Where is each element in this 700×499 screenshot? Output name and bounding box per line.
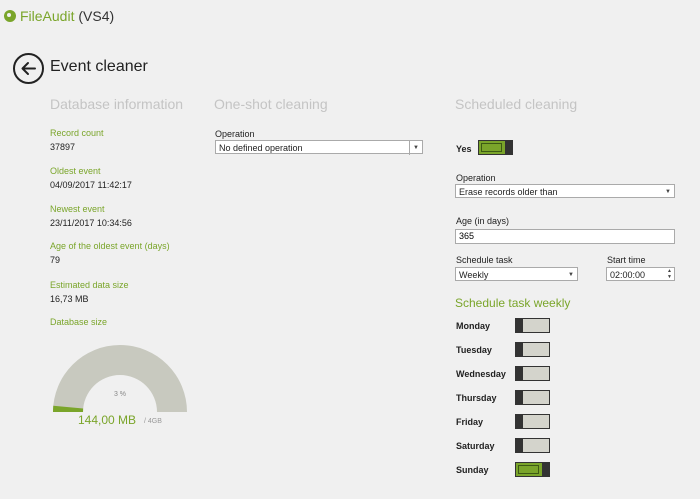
toggle-knob [515, 366, 523, 381]
toggle-knob [515, 318, 523, 333]
page-title: Event cleaner [50, 58, 148, 75]
day-label-sunday: Sunday [456, 465, 489, 475]
one-shot-operation-select[interactable]: No defined operation ▼ [215, 140, 423, 155]
toggle-knob [515, 390, 523, 405]
toggle-knob [515, 342, 523, 357]
fileaudit-logo-icon [4, 10, 16, 22]
start-time-value: 02:00:00 [610, 270, 646, 280]
newest-event-value: 23/11/2017 10:34:56 [50, 218, 132, 228]
age-days-input[interactable] [455, 229, 675, 244]
start-time-label: Start time [607, 255, 646, 265]
day-label-tuesday: Tuesday [456, 345, 492, 355]
chevron-down-icon: ▼ [409, 141, 419, 155]
toggle-knob [542, 462, 550, 477]
scheduled-heading: Scheduled cleaning [455, 96, 578, 112]
toggle-fill [518, 465, 539, 474]
one-shot-operation-label: Operation [215, 129, 255, 139]
schedule-task-select[interactable]: Weekly ▼ [455, 267, 578, 281]
back-button[interactable] [13, 53, 44, 84]
gauge-used-value: 144,00 MB [78, 413, 137, 427]
database-size-gauge: 3 % [53, 345, 187, 412]
newest-event-label: Newest event [50, 204, 105, 214]
app-brand-name: FileAudit [20, 8, 75, 24]
schedule-task-label: Schedule task [456, 255, 513, 265]
scheduled-operation-label: Operation [456, 173, 496, 183]
gauge-empty-arc [53, 345, 187, 412]
toggle-fill [481, 143, 502, 152]
start-time-spinner[interactable]: 02:00:00 ▲ ▼ [606, 267, 675, 281]
schedule-task-value: Weekly [459, 270, 489, 280]
scheduled-operation-select[interactable]: Erase records older than ▼ [455, 184, 675, 198]
toggle-knob [515, 414, 523, 429]
oldest-event-value: 04/09/2017 11:42:17 [50, 180, 132, 190]
app-title: FileAudit (VS4) [4, 8, 114, 24]
scheduled-enabled-label: Yes [456, 144, 472, 154]
record-count-label: Record count [50, 128, 104, 138]
scheduled-enabled-toggle[interactable] [478, 140, 513, 155]
day-label-thursday: Thursday [456, 393, 497, 403]
day-toggle-friday[interactable] [515, 414, 550, 429]
age-days-label: Age (in days) [456, 216, 510, 226]
oldest-event-age-value: 79 [50, 255, 61, 265]
one-shot-operation-value: No defined operation [219, 143, 303, 153]
day-toggle-tuesday[interactable] [515, 342, 550, 357]
one-shot-heading: One-shot cleaning [214, 96, 328, 112]
day-toggle-thursday[interactable] [515, 390, 550, 405]
database-size-label: Database size [50, 317, 108, 327]
day-toggle-saturday[interactable] [515, 438, 550, 453]
gauge-total-value: / 4GB [144, 418, 162, 425]
toggle-knob [505, 140, 513, 155]
estimated-size-value: 16,73 MB [50, 294, 89, 304]
day-toggle-monday[interactable] [515, 318, 550, 333]
day-label-friday: Friday [456, 417, 484, 427]
schedule-weekly-heading: Schedule task weekly [455, 296, 571, 310]
day-label-wednesday: Wednesday [456, 369, 506, 379]
database-info-heading: Database information [50, 96, 184, 112]
oldest-event-label: Oldest event [50, 166, 101, 176]
day-label-monday: Monday [456, 321, 491, 331]
record-count-value: 37897 [50, 142, 76, 152]
scheduled-operation-value: Erase records older than [459, 187, 558, 197]
day-label-saturday: Saturday [456, 441, 495, 451]
gauge-percent-text: 3 % [114, 391, 126, 398]
day-toggle-wednesday[interactable] [515, 366, 550, 381]
estimated-size-label: Estimated data size [50, 280, 129, 290]
chevron-down-icon: ▼ [568, 272, 574, 278]
toggle-knob [515, 438, 523, 453]
chevron-down-icon: ▼ [665, 189, 671, 195]
oldest-event-age-label: Age of the oldest event (days) [50, 241, 170, 251]
app-title-suffix: (VS4) [74, 8, 115, 24]
spinner-arrows-icon[interactable]: ▲ ▼ [667, 268, 672, 280]
arrow-left-icon [21, 62, 36, 75]
day-toggle-sunday[interactable] [515, 462, 550, 477]
